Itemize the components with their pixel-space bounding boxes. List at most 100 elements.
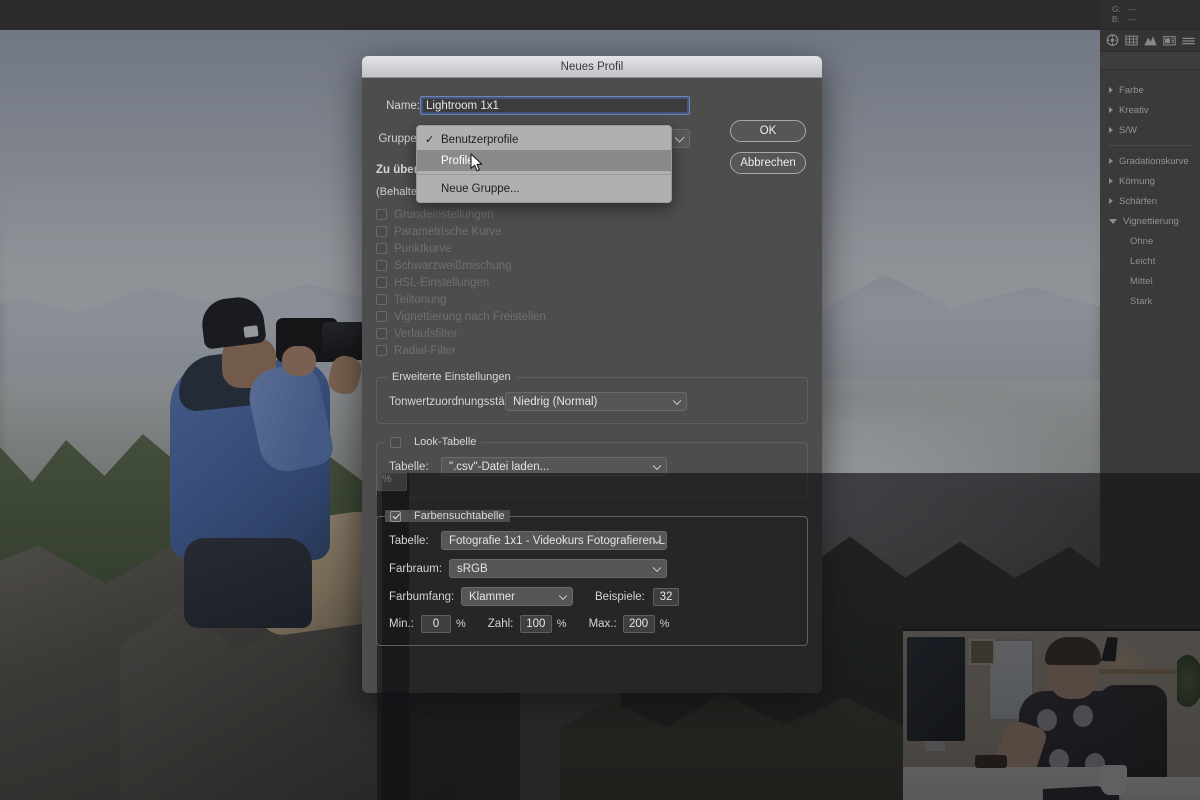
- tree-item-label: S/W: [1119, 124, 1137, 136]
- tone-mapping-select[interactable]: Niedrig (Normal): [505, 392, 687, 411]
- menu-item-profile[interactable]: Profile: [417, 150, 671, 171]
- tree-item-kreativ[interactable]: Kreativ: [1100, 100, 1200, 120]
- checkbox-row-teiltonung[interactable]: Teiltonung: [376, 291, 808, 308]
- vignette-option-mittel[interactable]: Mittel: [1100, 271, 1200, 291]
- curve-icon[interactable]: [1143, 34, 1158, 48]
- menu-item-label: Neue Gruppe...: [441, 182, 520, 195]
- checkbox-row-vignettierung-nach-freistellen[interactable]: Vignettierung nach Freistellen: [376, 308, 808, 325]
- tree-item-schaerfen[interactable]: Schärfen: [1100, 191, 1200, 211]
- vignette-option-stark[interactable]: Stark: [1100, 291, 1200, 311]
- checkbox-row-parametrische-kurve[interactable]: Parametrische Kurve: [376, 223, 808, 240]
- vignette-option-leicht[interactable]: Leicht: [1100, 251, 1200, 271]
- menu-item-benutzerprofile[interactable]: ✓ Benutzerprofile: [417, 129, 671, 150]
- rgb-readout-row: G: ---: [1112, 5, 1200, 14]
- cancel-button[interactable]: Abbrechen: [730, 152, 806, 174]
- checkbox-label: Parametrische Kurve: [394, 225, 502, 238]
- tone-mapping-row: Tonwertzuordnungsstärke: Niedrig (Normal…: [389, 392, 795, 411]
- look-table-select-value: ".csv"-Datei laden...: [449, 460, 550, 473]
- list-icon[interactable]: [1181, 34, 1196, 48]
- panel-divider: [1108, 145, 1192, 146]
- color-lut-max-input[interactable]: 200: [622, 615, 655, 633]
- color-lut-legend-label: Farbensuchtabelle: [414, 510, 505, 522]
- checkbox-row-verlaufsfilter[interactable]: Verlaufsfilter: [376, 325, 808, 342]
- chevron-right-icon: [1109, 127, 1113, 133]
- color-lut-space-select[interactable]: sRGB: [449, 559, 667, 578]
- rgb-readout-row: B: ---: [1112, 15, 1200, 24]
- menu-item-neue-gruppe[interactable]: Neue Gruppe...: [417, 178, 671, 199]
- checkbox-icon[interactable]: [376, 345, 387, 356]
- checkbox-row-punktkurve[interactable]: Punktkurve: [376, 240, 808, 257]
- tree-item-gradationskurve[interactable]: Gradationskurve: [1100, 151, 1200, 171]
- tree-item-label: Schärfen: [1119, 195, 1158, 207]
- name-input-value: Lightroom 1x1: [426, 99, 499, 112]
- rgb-channel-value: ---: [1128, 5, 1136, 14]
- profiles-icon[interactable]: [1105, 33, 1120, 48]
- color-lut-table-select[interactable]: Fotografie 1x1 - Videokurs Fotografieren…: [441, 531, 667, 550]
- checkbox-row-schwarzweissmischung[interactable]: Schwarzweißmischung: [376, 257, 808, 274]
- color-lut-max-label: Max.:: [588, 618, 617, 630]
- color-lut-min-percent: %: [456, 618, 466, 630]
- look-table-checkbox[interactable]: [390, 436, 401, 448]
- checkmark-icon: ✓: [425, 133, 435, 146]
- gruppe-dropdown-menu[interactable]: ✓ Benutzerprofile Profile Neue Gruppe...: [416, 125, 672, 203]
- rgb-channel-label: G:: [1112, 5, 1121, 14]
- vignette-option-ohne[interactable]: Ohne: [1100, 231, 1200, 251]
- checkbox-label: HSL-Einstellungen: [394, 276, 490, 289]
- panel-tab-iconbar[interactable]: [1100, 30, 1200, 52]
- vignette-option-label: Stark: [1130, 295, 1153, 307]
- profile-group-tree: Farbe Kreativ S/W Gradationskurve Körnun…: [1100, 70, 1200, 311]
- chevron-down-icon: [674, 132, 685, 143]
- menu-item-label: Profile: [441, 154, 474, 167]
- checkbox-icon[interactable]: [376, 277, 387, 288]
- color-lut-samples-input[interactable]: 32: [653, 587, 679, 606]
- tree-item-sw[interactable]: S/W: [1100, 120, 1200, 140]
- checkbox-icon[interactable]: [376, 209, 387, 220]
- tree-item-vignettierung[interactable]: Vignettierung: [1100, 211, 1200, 231]
- color-lut-gamut-select[interactable]: Klammer: [461, 587, 573, 606]
- checkbox-icon[interactable]: [376, 243, 387, 254]
- advanced-settings-legend: Erweiterte Einstellungen: [387, 371, 516, 383]
- color-lut-checkbox[interactable]: [390, 510, 401, 522]
- color-lut-gamut-row: Farbumfang: Klammer Beispiele: 32: [389, 587, 795, 606]
- checkbox-icon[interactable]: [376, 328, 387, 339]
- color-lut-min-input[interactable]: 0: [421, 615, 451, 633]
- chevron-right-icon: [1109, 107, 1113, 113]
- checkbox-icon[interactable]: [376, 294, 387, 305]
- checkbox-icon[interactable]: [376, 311, 387, 322]
- checkbox-row-grundeinstellungen[interactable]: Grundeinstellungen: [376, 206, 808, 223]
- vignette-option-label: Leicht: [1130, 255, 1156, 267]
- tree-item-farbe[interactable]: Farbe: [1100, 80, 1200, 100]
- color-lut-legend[interactable]: Farbensuchtabelle: [385, 510, 510, 522]
- rgb-readout-block: G: --- B: ---: [1100, 0, 1200, 30]
- ok-button[interactable]: OK: [730, 120, 806, 142]
- checkbox-label: Teiltonung: [394, 293, 447, 306]
- color-lut-gamut-label: Farbumfang:: [389, 590, 455, 603]
- checkbox-row-radial-filter[interactable]: Radial-Filter: [376, 342, 808, 359]
- chevron-right-icon: [1109, 158, 1113, 164]
- checkbox-label: Verlaufsfilter: [394, 327, 458, 340]
- color-lut-max-percent: %: [659, 618, 670, 630]
- checkbox-icon[interactable]: [376, 260, 387, 271]
- rgb-channel-value: ---: [1128, 15, 1136, 24]
- color-lut-table-row: Tabelle: Fotografie 1x1 - Videokurs Foto…: [389, 531, 795, 550]
- checkbox-label: Grundeinstellungen: [394, 208, 494, 221]
- color-lut-count-input[interactable]: 100: [519, 615, 552, 633]
- color-lut-space-row: Farbraum: sRGB: [389, 559, 795, 578]
- color-lut-samples-label: Beispiele:: [595, 590, 645, 603]
- name-input[interactable]: Lightroom 1x1: [420, 96, 690, 115]
- checkbox-label: Vignettierung nach Freistellen: [394, 310, 546, 323]
- checkbox-icon[interactable]: [376, 226, 387, 237]
- tree-item-label: Farbe: [1119, 84, 1144, 96]
- presets-icon[interactable]: [1162, 34, 1177, 48]
- screen-root: G: --- B: --- Farbe Kreativ S/W Gradatio…: [0, 0, 1200, 800]
- grid-icon[interactable]: [1124, 34, 1139, 48]
- tone-mapping-value: Niedrig (Normal): [513, 395, 598, 408]
- panel-subheader: [1100, 52, 1200, 70]
- name-row: Name: Lightroom 1x1: [376, 96, 808, 115]
- checkbox-row-hsl-einstellungen[interactable]: HSL-Einstellungen: [376, 274, 808, 291]
- chevron-down-icon: [558, 591, 568, 600]
- transfer-checkbox-group: Grundeinstellungen Parametrische Kurve P…: [376, 206, 808, 359]
- look-table-legend[interactable]: Look-Tabelle: [385, 436, 482, 448]
- tree-item-koernung[interactable]: Körnung: [1100, 171, 1200, 191]
- color-lut-space-value: sRGB: [457, 562, 488, 575]
